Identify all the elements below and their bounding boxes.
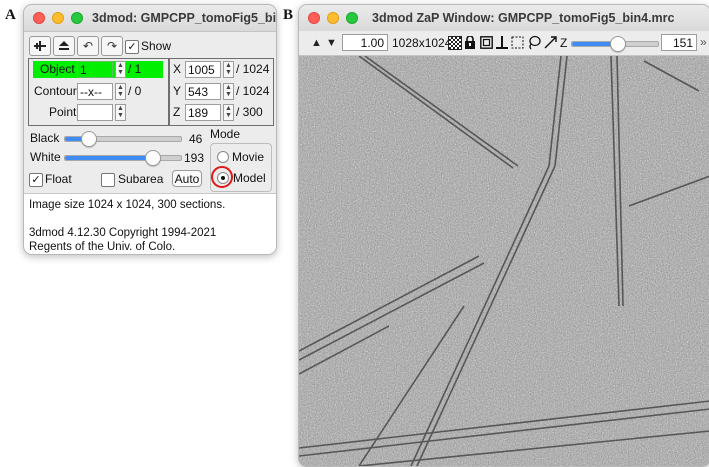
rubberband-icon[interactable] — [511, 36, 524, 49]
y-max: / 1024 — [236, 84, 270, 98]
zoom-button[interactable] — [346, 12, 358, 24]
image-size-label: 1028x1024 — [392, 36, 452, 50]
close-button[interactable] — [308, 12, 320, 24]
arrow-icon[interactable] — [544, 35, 558, 49]
zap-window-titlebar[interactable]: 3dmod ZaP Window: GMPCPP_tomoFig5_bin4.m… — [299, 5, 709, 32]
y-field[interactable]: 543 — [185, 83, 221, 100]
pin-icon[interactable] — [496, 36, 508, 49]
down-arrow-icon[interactable]: ▼ — [326, 36, 337, 50]
point-label: Point — [49, 105, 77, 119]
zoom-field[interactable]: 1.00 — [342, 34, 388, 51]
x-max: / 1024 — [236, 62, 270, 76]
raise-icon[interactable] — [53, 36, 75, 56]
x-label: X — [173, 62, 182, 76]
z-stepper[interactable]: ▲ ▼ — [223, 104, 234, 121]
minimize-button[interactable] — [52, 12, 64, 24]
white-slider-fill — [65, 156, 151, 160]
tomogram-image-view[interactable] — [299, 56, 709, 466]
more-tools-icon[interactable]: » — [700, 35, 707, 49]
float-label: Float — [45, 172, 72, 186]
frame-icon[interactable] — [480, 36, 493, 49]
contour-field[interactable]: --x-- — [77, 83, 113, 100]
black-slider-handle[interactable] — [81, 131, 97, 147]
mode-label: Mode — [210, 127, 241, 141]
show-checkbox[interactable]: ✓ — [125, 40, 139, 54]
movie-label: Movie — [232, 150, 265, 164]
minimize-button[interactable] — [327, 12, 339, 24]
redo-icon[interactable]: ↷ — [101, 36, 123, 56]
subarea-label: Subarea — [118, 172, 164, 186]
point-field[interactable] — [77, 104, 113, 121]
object-label: Object — [40, 62, 75, 76]
pin-icon[interactable] — [29, 36, 51, 56]
info-window-titlebar[interactable]: 3dmod: GMPCPP_tomoFig5_bin4.... — [24, 5, 276, 32]
white-slider-handle[interactable] — [145, 150, 161, 166]
object-max: / 1 — [128, 62, 142, 76]
z-max: / 300 — [236, 105, 263, 119]
object-field[interactable]: 1 — [77, 61, 113, 78]
zap-toolbar: ▲ ▼ 1.00 1028x1024 Z 151 » — [299, 31, 709, 56]
z-label: Z — [173, 105, 181, 119]
panel-label-b: B — [283, 7, 294, 23]
float-checkbox[interactable]: ✓ — [29, 173, 43, 187]
z-slider[interactable] — [571, 36, 659, 52]
info-line-regents: Regents of the Univ. of Colo. — [29, 241, 176, 253]
panel-label-a: A — [5, 7, 16, 23]
black-value: 46 — [189, 132, 203, 146]
model-highlight-circle — [211, 166, 233, 188]
black-slider[interactable] — [64, 131, 182, 147]
white-label: White — [30, 150, 61, 164]
close-button[interactable] — [33, 12, 45, 24]
z-slider-label: Z — [560, 36, 568, 50]
subarea-checkbox[interactable] — [101, 173, 115, 187]
x-field[interactable]: 1005 — [185, 61, 221, 78]
z-value-field[interactable]: 151 — [661, 34, 697, 51]
white-slider[interactable] — [64, 150, 182, 166]
white-value: 193 — [184, 151, 205, 165]
info-line-size: Image size 1024 x 1024, 300 sections. — [29, 199, 226, 211]
tomogram-image — [299, 56, 709, 466]
point-stepper[interactable]: ▲ ▼ — [115, 104, 126, 121]
zoom-button[interactable] — [71, 12, 83, 24]
show-label: Show — [141, 39, 172, 53]
z-field[interactable]: 189 — [185, 104, 221, 121]
info-window: 3dmod: GMPCPP_tomoFig5_bin4.... ↶ ↷ ✓ Sh… — [23, 4, 277, 255]
zap-window: 3dmod ZaP Window: GMPCPP_tomoFig5_bin4.m… — [298, 4, 709, 467]
checker-icon[interactable] — [448, 36, 462, 50]
info-line-version: 3dmod 4.12.30 Copyright 1994-2021 — [29, 227, 217, 239]
x-stepper[interactable]: ▲ ▼ — [223, 61, 234, 78]
up-arrow-icon[interactable]: ▲ — [311, 36, 322, 50]
window-title: 3dmod: GMPCPP_tomoFig5_bin4.... — [92, 11, 277, 25]
z-slider-handle[interactable] — [610, 36, 626, 52]
y-stepper[interactable]: ▲ ▼ — [223, 83, 234, 100]
info-text-area: Image size 1024 x 1024, 300 sections. 3d… — [24, 193, 276, 254]
lasso-icon[interactable] — [527, 35, 541, 50]
object-stepper[interactable]: ▲ ▼ — [115, 61, 126, 78]
undo-icon[interactable]: ↶ — [77, 36, 99, 56]
contour-label: Contour — [34, 84, 77, 98]
movie-radio[interactable] — [217, 151, 229, 163]
auto-button[interactable]: Auto — [172, 170, 202, 187]
lock-icon[interactable] — [464, 36, 476, 49]
black-label: Black — [30, 131, 60, 145]
contour-max: / 0 — [128, 84, 142, 98]
contour-stepper[interactable]: ▲ ▼ — [115, 83, 126, 100]
model-label: Model — [233, 171, 266, 185]
window-title: 3dmod ZaP Window: GMPCPP_tomoFig5_bin4.m… — [372, 11, 675, 25]
y-label: Y — [173, 84, 182, 98]
